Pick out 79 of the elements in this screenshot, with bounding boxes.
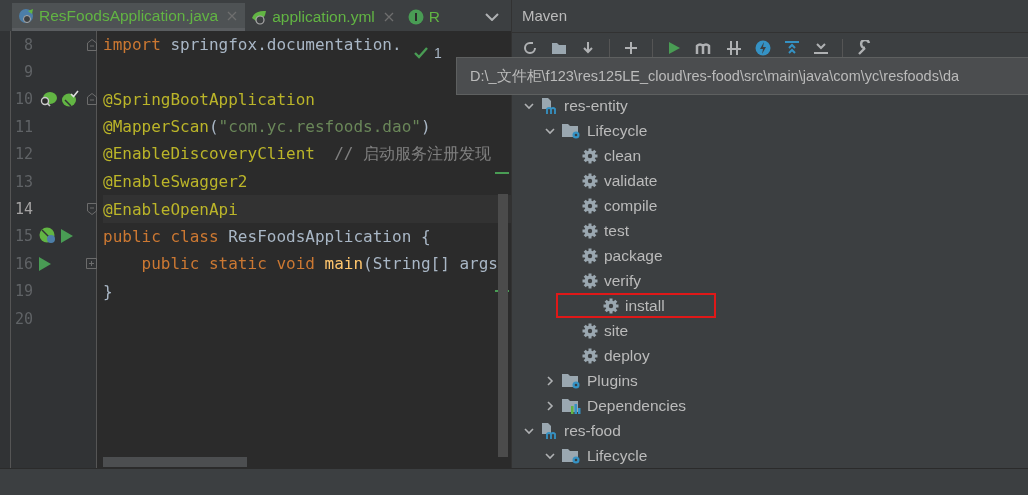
- wrench-icon[interactable]: [856, 40, 872, 57]
- chevron-down-icon[interactable]: [524, 100, 534, 111]
- tree-item[interactable]: res-food: [564, 421, 621, 440]
- scrollbar-thumb[interactable]: [498, 194, 508, 457]
- change-marker: [495, 172, 509, 174]
- maven-module-icon: [540, 421, 558, 440]
- tree-item[interactable]: compile: [604, 196, 658, 215]
- gear-icon: [582, 247, 598, 264]
- collapse-all-icon[interactable]: [813, 40, 829, 57]
- maven-module-icon: [540, 96, 558, 115]
- code-line: @EnableOpenApi: [103, 199, 238, 219]
- code-line: @EnableDiscoveryClient // 启动服务注册发现: [103, 143, 492, 165]
- run-icon[interactable]: [666, 40, 682, 57]
- interface-icon: [407, 9, 424, 25]
- tree-item[interactable]: Plugins: [587, 371, 638, 390]
- folder-icon[interactable]: [551, 40, 567, 57]
- inspection-count: 1: [434, 45, 442, 61]
- leaf-gear-icon: [251, 9, 268, 25]
- lightning-icon[interactable]: [755, 40, 771, 57]
- maven-icon[interactable]: [695, 40, 713, 57]
- gear-icon: [582, 197, 598, 214]
- code-line: public static void main(String[] args: [141, 254, 498, 274]
- run-icon[interactable]: [61, 229, 73, 244]
- tree-item[interactable]: package: [604, 246, 663, 265]
- gear-icon: [582, 172, 598, 189]
- tab-label: ResFoodsApplication.java: [39, 6, 219, 25]
- check-icon[interactable]: [413, 45, 429, 61]
- spring-class-icon: [18, 7, 34, 24]
- tab-label: application.yml: [272, 8, 375, 26]
- expand-icon[interactable]: [86, 258, 97, 270]
- gear-icon: [582, 147, 598, 164]
- tree-item[interactable]: install: [625, 296, 665, 315]
- chevron-right-icon[interactable]: [545, 400, 555, 411]
- code-line: public class ResFoodsApplication {: [103, 226, 431, 246]
- chevron-down-icon[interactable]: [524, 425, 534, 436]
- gear-icon: [582, 272, 598, 289]
- tab-label: R: [428, 8, 440, 26]
- gear-icon: [582, 322, 598, 339]
- folder-chart-icon: [561, 396, 581, 415]
- editor-tab[interactable]: ResFoodsApplication.java: [12, 3, 246, 31]
- tree-item[interactable]: clean: [604, 146, 642, 165]
- chevron-right-icon[interactable]: [545, 375, 555, 386]
- bean-search-icon[interactable]: [39, 90, 57, 109]
- toggle-icon[interactable]: [726, 40, 742, 57]
- run-icon[interactable]: [39, 256, 51, 271]
- tree-item[interactable]: Dependencies: [587, 396, 687, 415]
- folder-gear-icon: [561, 371, 581, 390]
- scrollbar-thumb[interactable]: [103, 457, 247, 467]
- tree-item[interactable]: Lifecycle: [587, 121, 648, 140]
- folder-gear-icon: [561, 121, 581, 140]
- tree-item[interactable]: test: [604, 221, 629, 240]
- code-line: }: [103, 281, 113, 301]
- chevron-down-icon[interactable]: [485, 13, 499, 21]
- gear-icon: [603, 297, 619, 314]
- tree-item[interactable]: res-entity: [564, 96, 628, 115]
- folder-gear-icon: [561, 446, 581, 465]
- line-number: 14: [13, 200, 33, 219]
- tree-item[interactable]: verify: [604, 271, 642, 290]
- fold-icon[interactable]: [87, 38, 97, 51]
- tree-item[interactable]: deploy: [604, 346, 650, 365]
- gear-icon: [582, 222, 598, 239]
- code-line: @EnableSwagger2: [103, 172, 248, 192]
- chevron-down-icon[interactable]: [545, 125, 555, 136]
- spring-bean-icon[interactable]: [39, 227, 57, 246]
- fold-icon[interactable]: [87, 93, 97, 106]
- chevron-down-icon[interactable]: [545, 450, 555, 461]
- panel-title: Maven: [522, 7, 568, 25]
- tree-item[interactable]: site: [604, 321, 629, 340]
- code-line: @MapperScan("com.yc.resfoods.dao"): [103, 117, 431, 137]
- plus-icon[interactable]: [623, 40, 639, 57]
- tree-item[interactable]: validate: [604, 171, 658, 190]
- code-line: @SpringBootApplication: [103, 89, 315, 109]
- gear-icon: [582, 347, 598, 364]
- bean-check-icon[interactable]: [61, 90, 79, 109]
- reload-icon[interactable]: [522, 40, 538, 57]
- fold-icon[interactable]: [87, 203, 97, 216]
- path-tooltip: D:\_文件柜\f123\res125LE_cloud\res-food\src\main\java\com\yc\resfoods\da: [456, 57, 1028, 95]
- tree-item[interactable]: Lifecycle: [587, 446, 648, 465]
- code-line: import springfox.documentation.: [103, 35, 402, 55]
